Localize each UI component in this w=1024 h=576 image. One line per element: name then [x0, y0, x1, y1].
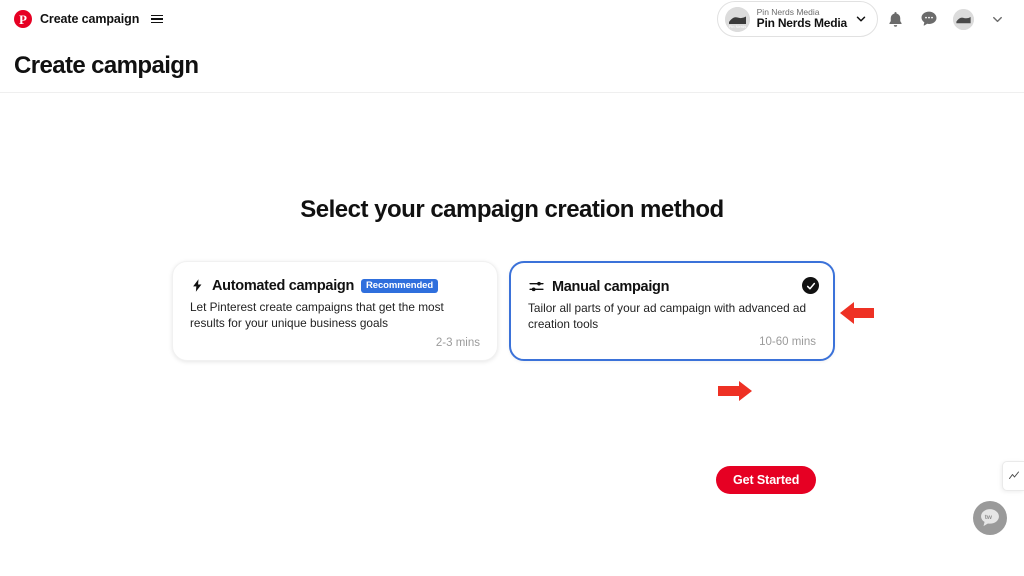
brand-label: Create campaign [40, 12, 140, 26]
messages-button[interactable] [912, 2, 946, 36]
account-name-label: Pin Nerds Media [756, 16, 848, 31]
pinterest-logo-glyph: P [19, 11, 27, 27]
svg-text:tw: tw [985, 514, 993, 521]
chevron-down-icon [856, 16, 866, 22]
check-circle-icon [802, 277, 819, 294]
trend-line-icon [1008, 471, 1019, 479]
card-automated-campaign[interactable]: Automated campaign Recommended Let Pinte… [172, 261, 498, 361]
card-title: Manual campaign [552, 278, 670, 295]
brand-group: P Create campaign [14, 10, 164, 28]
account-selector[interactable]: Pin Nerds Pin Nerds Media Pin Nerds Medi… [716, 1, 878, 37]
notifications-button[interactable] [878, 2, 912, 36]
chat-fab-glyph: tw [981, 509, 999, 527]
topbar-actions: Pin Nerds Pin Nerds Media Pin Nerds Medi… [716, 1, 1014, 37]
analytics-tab-icon[interactable] [1002, 461, 1024, 491]
get-started-button[interactable]: Get Started [716, 466, 817, 494]
account-menu-button[interactable] [980, 2, 1014, 36]
account-labels: Pin Nerds Media Pin Nerds Media [756, 8, 848, 31]
card-title: Automated campaign [212, 277, 355, 294]
chat-bubble-icon [921, 11, 937, 26]
lightning-bolt-icon [193, 279, 202, 292]
page-title: Create campaign [14, 52, 199, 79]
user-avatar-icon [952, 8, 974, 30]
pinterest-logo-icon[interactable]: P [14, 10, 32, 28]
top-navigation-bar: P Create campaign Pin Nerds Pin Nerds Me… [0, 0, 1024, 38]
card-description: Let Pinterest create campaigns that get … [190, 300, 444, 330]
campaign-method-cards: Automated campaign Recommended Let Pinte… [172, 261, 835, 361]
section-title: Select your campaign creation method [300, 196, 724, 223]
main-content: Select your campaign creation method Aut… [0, 93, 1024, 576]
arrow-pointing-to-manual-card [840, 302, 874, 324]
chevron-down-icon [992, 16, 1002, 22]
arrow-pointing-to-get-started [718, 381, 752, 401]
profile-button[interactable] [946, 2, 980, 36]
card-header: Manual campaign [528, 278, 816, 295]
card-description: Tailor all parts of your ad campaign wit… [528, 301, 807, 331]
app-root: P Create campaign Pin Nerds Pin Nerds Me… [0, 0, 1024, 576]
cta-row: Get Started [716, 466, 817, 494]
hamburger-menu-icon[interactable] [151, 14, 164, 24]
support-chat-icon[interactable]: tw [973, 501, 1007, 535]
card-duration: 2-3 mins [435, 337, 480, 349]
card-duration: 10-60 mins [759, 336, 816, 348]
card-header: Automated campaign Recommended [190, 277, 480, 294]
card-manual-campaign[interactable]: Manual campaign Tailor all parts of your… [509, 261, 835, 361]
sliders-icon [529, 281, 544, 292]
account-avatar-icon: Pin Nerds [724, 6, 750, 32]
bell-icon [888, 11, 902, 27]
recommended-badge: Recommended [361, 278, 439, 293]
svg-text:Pin Nerds: Pin Nerds [728, 24, 746, 29]
page-header: Create campaign [0, 38, 1024, 93]
